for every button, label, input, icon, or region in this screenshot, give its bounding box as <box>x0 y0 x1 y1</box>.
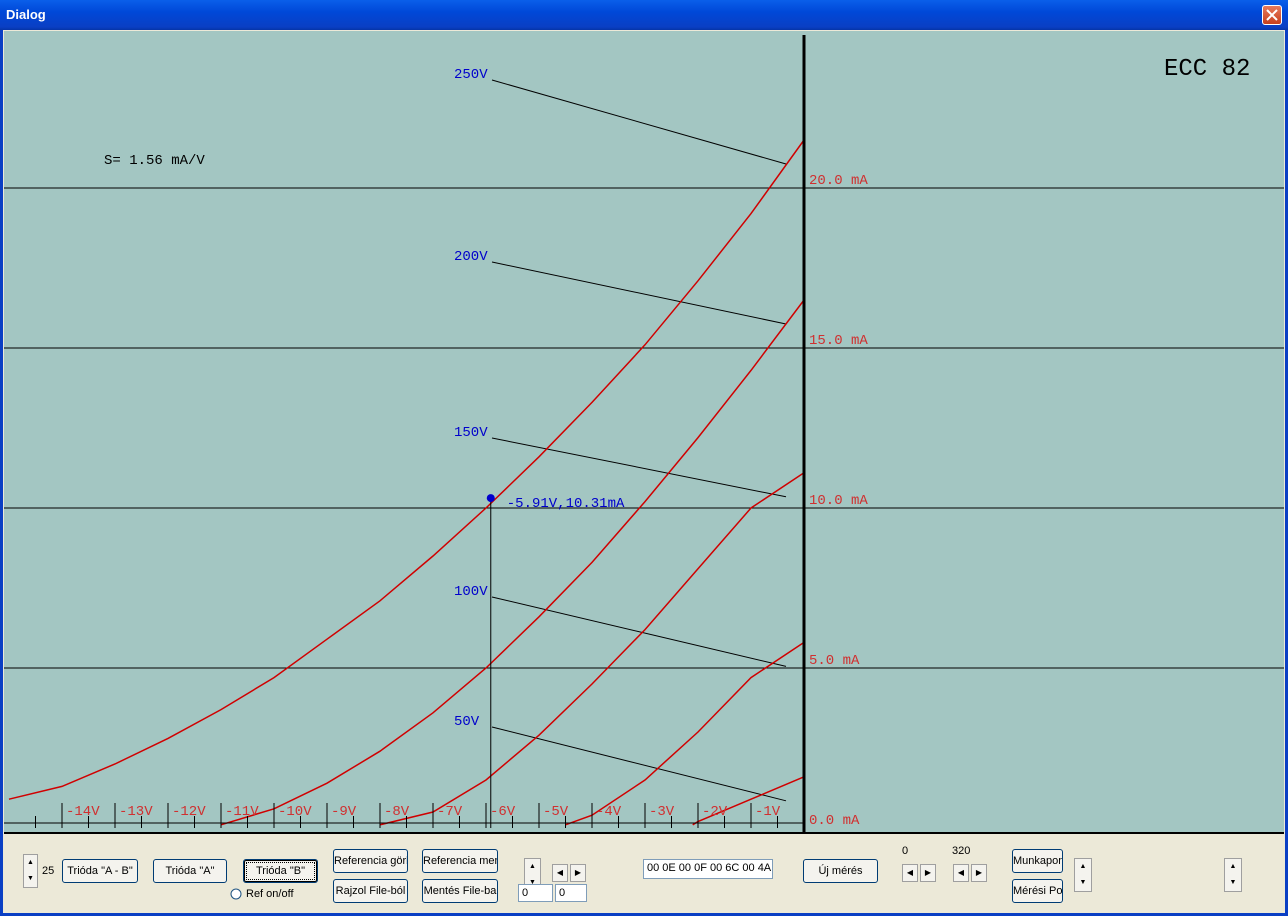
field-b[interactable]: 0 <box>555 884 587 902</box>
scroll-right-arrow-1[interactable]: ▶ <box>570 864 586 882</box>
title-bar: Dialog <box>0 0 1288 30</box>
scroll-left-arrow-1[interactable]: ◀ <box>552 864 568 882</box>
close-button[interactable] <box>1262 5 1282 25</box>
series-leader-line <box>491 79 787 165</box>
x-tick-label: -9V <box>331 804 357 820</box>
x-tick-label: -4V <box>596 804 622 820</box>
series-line <box>565 641 805 826</box>
range-min-label: 0 <box>902 845 909 857</box>
series-leader-line <box>491 261 787 325</box>
uj-meres-button[interactable]: Új mérés <box>803 859 878 883</box>
range-max-label: 320 <box>952 845 971 857</box>
window-frame-left <box>0 30 3 916</box>
meresi-pont-button[interactable]: Mérési Pont <box>1012 879 1063 903</box>
spin-down-icon[interactable]: ▼ <box>1075 875 1091 891</box>
scroll-right-arrow-3[interactable]: ▶ <box>971 864 987 882</box>
series-label: 250V <box>454 67 488 83</box>
y-tick-label: 0.0 mA <box>809 813 860 829</box>
x-tick-label: -5V <box>543 804 569 820</box>
referencia-gorbe-button[interactable]: Referencia görbe <box>333 849 408 873</box>
rajzol-file-button[interactable]: Rajzol File-ból <box>333 879 408 903</box>
marker-label: -5.91V,10.31mA <box>507 496 625 512</box>
x-tick-label: -7V <box>437 804 463 820</box>
window-title: Dialog <box>6 7 46 22</box>
x-tick-label: -14V <box>66 804 100 820</box>
ref-onoff-label: Ref on/off <box>246 888 294 900</box>
spin-value-label: 25 <box>42 865 55 877</box>
mentes-file-button[interactable]: Mentés File-ba <box>422 879 498 903</box>
close-icon <box>1266 9 1278 21</box>
referencia-mentes-button[interactable]: Referencia mentés <box>422 849 498 873</box>
scroll-left-arrow-2[interactable]: ◀ <box>902 864 918 882</box>
x-tick-label: -8V <box>384 804 410 820</box>
y-tick-label: 15.0 mA <box>809 333 868 349</box>
spin-up-icon[interactable]: ▲ <box>1225 859 1241 875</box>
series-leader-line <box>491 596 787 667</box>
y-tick-label: 5.0 mA <box>809 653 860 669</box>
chart-title: ECC 82 <box>1164 56 1250 83</box>
scroll-right-arrow-2[interactable]: ▶ <box>920 864 936 882</box>
spin-control-1[interactable]: ▲ ▼ <box>23 854 38 888</box>
spin-control-4[interactable]: ▲ ▼ <box>1224 858 1242 892</box>
marker-point <box>486 494 495 503</box>
series-leader-line <box>491 437 787 498</box>
scroll-left-arrow-3[interactable]: ◀ <box>953 864 969 882</box>
series-label: 100V <box>454 584 488 600</box>
spin-down-icon[interactable]: ▼ <box>1225 875 1241 891</box>
spin-down-icon[interactable]: ▼ <box>24 871 37 887</box>
slope-annotation: S= 1.56 mA/V <box>104 153 205 169</box>
trioda-b-button[interactable]: Trióda "B" <box>243 859 318 883</box>
series-line <box>220 299 805 826</box>
spin-up-icon[interactable]: ▲ <box>525 859 540 875</box>
series-label: 50V <box>454 714 480 730</box>
x-tick-label: -2V <box>702 804 728 820</box>
munkapont-button[interactable]: Munkapont <box>1012 849 1063 873</box>
trioda-a-button[interactable]: Trióda "A" <box>153 859 227 883</box>
series-label: 150V <box>454 425 488 441</box>
plot-area[interactable]: -14V -13V -12V -11V -10V -9V -8V -7V -6V -5V -4V -3… <box>4 31 1284 834</box>
y-tick-label: 10.0 mA <box>809 493 868 509</box>
spin-up-icon[interactable]: ▲ <box>24 855 37 871</box>
x-tick-label: -6V <box>490 804 516 820</box>
x-tick-label: -11V <box>225 804 259 820</box>
x-tick-label: -1V <box>755 804 781 820</box>
series-line <box>379 472 805 826</box>
characteristic-chart: -14V -13V -12V -11V -10V -9V -8V -7V -6V -5V -4V -3… <box>4 35 1284 832</box>
ref-radio[interactable] <box>230 888 242 900</box>
series-line <box>8 139 805 800</box>
x-tick-label: -3V <box>649 804 675 820</box>
trioda-ab-button[interactable]: Trióda "A - B" <box>62 859 138 883</box>
y-tick-label: 20.0 mA <box>809 173 868 189</box>
x-tick-label: -13V <box>119 804 153 820</box>
field-a[interactable]: 0 <box>518 884 553 902</box>
x-tick-label: -10V <box>278 804 312 820</box>
series-label: 200V <box>454 249 488 265</box>
spin-control-3[interactable]: ▲ ▼ <box>1074 858 1092 892</box>
spin-up-icon[interactable]: ▲ <box>1075 859 1091 875</box>
hex-data-field[interactable]: 00 0E 00 0F 00 6C 00 4A <box>643 859 773 879</box>
x-tick-label: -12V <box>172 804 206 820</box>
